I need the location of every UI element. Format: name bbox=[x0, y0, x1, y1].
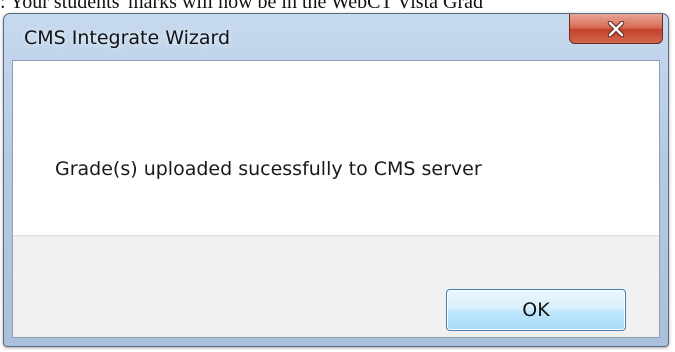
button-area: OK bbox=[13, 235, 659, 337]
dialog-message: Grade(s) uploaded sucessfully to CMS ser… bbox=[55, 158, 482, 180]
screenshot-page: : Your students' marks will now be in th… bbox=[0, 0, 675, 352]
close-button[interactable] bbox=[569, 14, 663, 44]
message-dialog: CMS Integrate Wizard Grade(s) uploaded s… bbox=[3, 13, 669, 347]
ok-button[interactable]: OK bbox=[446, 289, 626, 331]
close-icon bbox=[606, 20, 626, 38]
document-text-fragment: : Your students' marks will now be in th… bbox=[0, 0, 483, 12]
message-area: Grade(s) uploaded sucessfully to CMS ser… bbox=[13, 61, 659, 235]
dialog-title: CMS Integrate Wizard bbox=[24, 27, 231, 49]
dialog-titlebar[interactable]: CMS Integrate Wizard bbox=[4, 14, 668, 60]
dialog-content: Grade(s) uploaded sucessfully to CMS ser… bbox=[12, 60, 660, 338]
